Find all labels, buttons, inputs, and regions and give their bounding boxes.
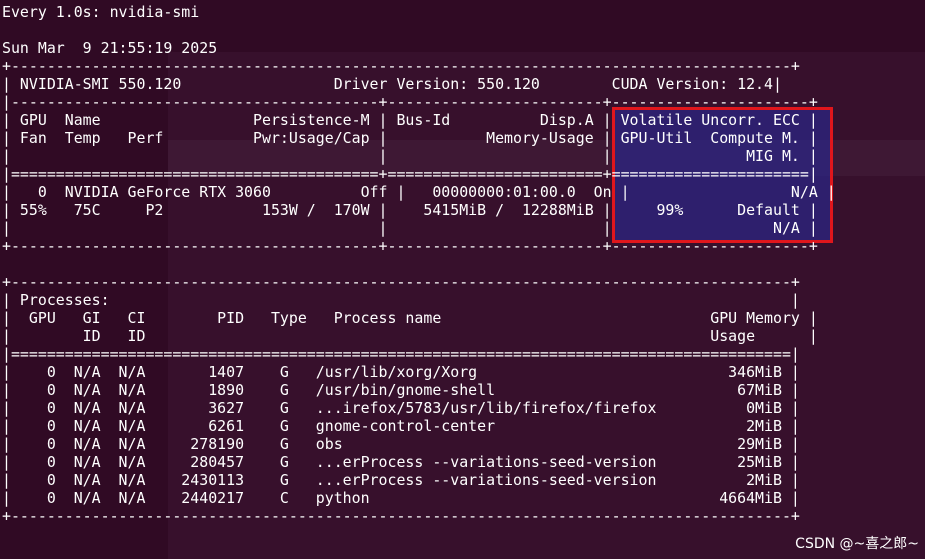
terminal-output: Every 1.0s: nvidia-smi Sun Mar 9 21:55:1…	[2, 3, 836, 525]
watermark: CSDN @~喜之郎~	[795, 536, 919, 552]
process-table: +---------------------------------------…	[2, 273, 818, 525]
watch-header: Every 1.0s: nvidia-smi	[2, 3, 200, 21]
timestamp: Sun Mar 9 21:55:19 2025	[2, 39, 218, 57]
gpu-table: +---------------------------------------…	[2, 57, 836, 255]
